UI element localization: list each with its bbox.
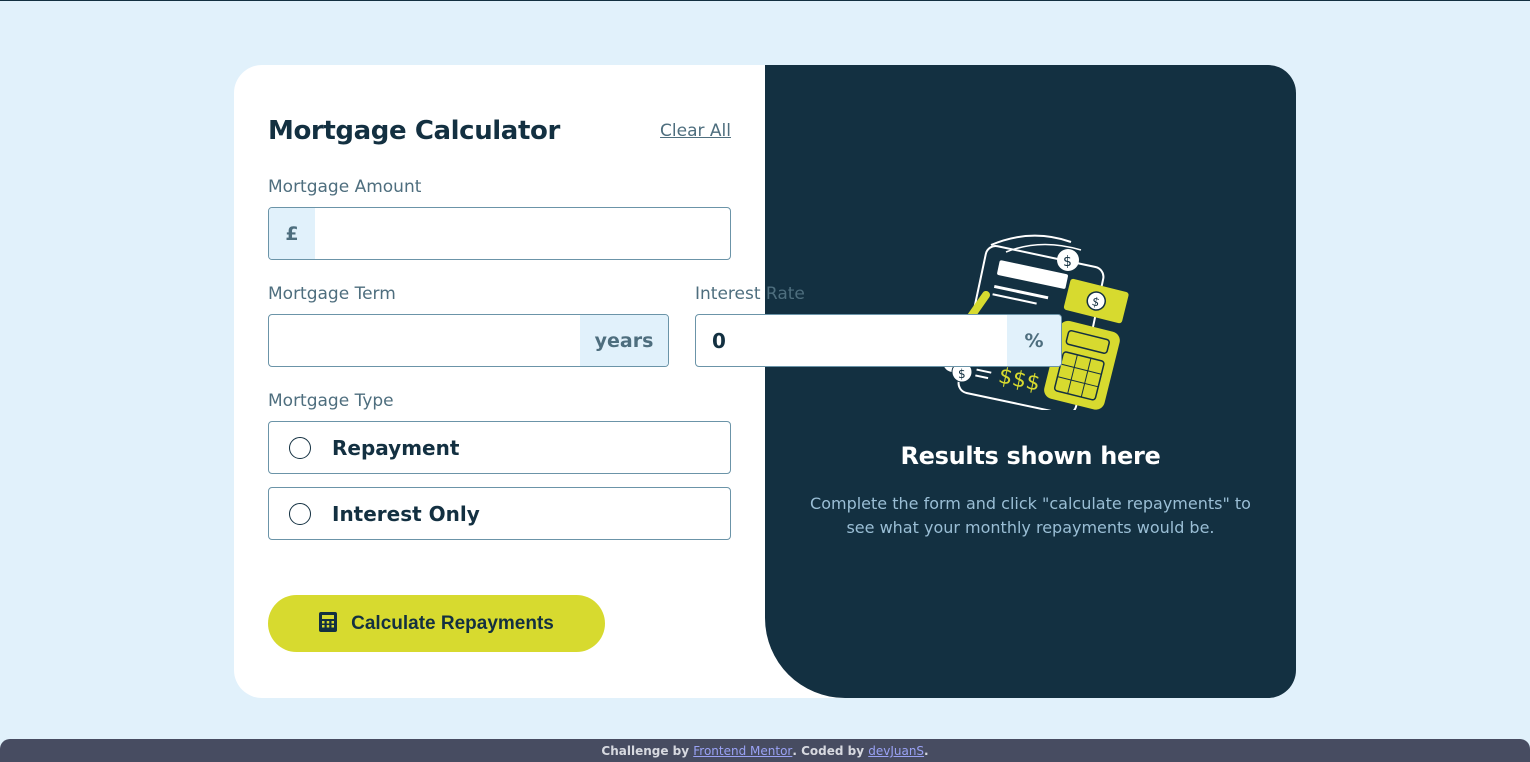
clear-all-link[interactable]: Clear All <box>660 121 731 141</box>
svg-text:$$$: $$$ <box>996 364 1042 397</box>
radio-repayment[interactable]: Repayment <box>268 421 731 474</box>
rate-input-box: % <box>695 314 1062 367</box>
rate-label: Interest Rate <box>695 284 805 304</box>
amount-label: Mortgage Amount <box>268 177 422 197</box>
term-field-group: Mortgage Term years <box>268 284 669 367</box>
rate-suffix: % <box>1007 315 1061 366</box>
svg-text:$: $ <box>958 367 966 381</box>
attribution-footer: Challenge by Frontend Mentor . Coded by … <box>0 739 1530 762</box>
footer-middle: . Coded by <box>792 744 869 758</box>
form-panel: Mortgage Calculator Clear All Mortgage A… <box>234 65 1062 698</box>
radio-label-interest-only: Interest Only <box>332 501 480 526</box>
amount-input[interactable] <box>315 208 730 259</box>
type-label: Mortgage Type <box>268 391 394 411</box>
calculator-card: Mortgage Calculator Clear All Mortgage A… <box>234 65 1296 698</box>
term-input-box: years <box>268 314 669 367</box>
results-title: Results shown here <box>900 442 1161 470</box>
amount-input-box: £ <box>268 207 731 260</box>
page-title: Mortgage Calculator <box>268 116 560 146</box>
form-header: Mortgage Calculator Clear All <box>268 113 731 149</box>
author-link[interactable]: devJuanS <box>868 744 924 758</box>
calculate-button[interactable]: Calculate Repayments <box>268 595 605 652</box>
term-suffix: years <box>580 315 668 366</box>
calculator-icon <box>319 612 338 635</box>
rate-input[interactable] <box>696 315 1007 366</box>
type-field-group: Mortgage Type Repayment Interest Only <box>268 391 731 540</box>
footer-suffix: . <box>924 744 929 758</box>
radio-interest-only[interactable]: Interest Only <box>268 487 731 540</box>
amount-field-group: Mortgage Amount £ <box>268 177 731 260</box>
results-panel: $$$ $ $ $ Results shown here Complete th… <box>765 65 1296 698</box>
calculate-button-label: Calculate Repayments <box>351 612 554 634</box>
currency-prefix: £ <box>269 208 315 259</box>
radio-circle[interactable] <box>289 502 311 525</box>
frontend-mentor-link[interactable]: Frontend Mentor <box>693 744 792 758</box>
term-rate-row: Mortgage Term years Interest Rate % <box>268 284 1062 367</box>
radio-label-repayment: Repayment <box>332 435 460 460</box>
radio-circle[interactable] <box>289 436 311 459</box>
results-description: Complete the form and click "calculate r… <box>810 494 1251 537</box>
term-input[interactable] <box>269 315 580 366</box>
term-label: Mortgage Term <box>268 284 396 304</box>
rate-field-group: Interest Rate % <box>695 284 1062 367</box>
svg-text:$: $ <box>1063 254 1072 270</box>
footer-prefix: Challenge by <box>601 744 694 758</box>
